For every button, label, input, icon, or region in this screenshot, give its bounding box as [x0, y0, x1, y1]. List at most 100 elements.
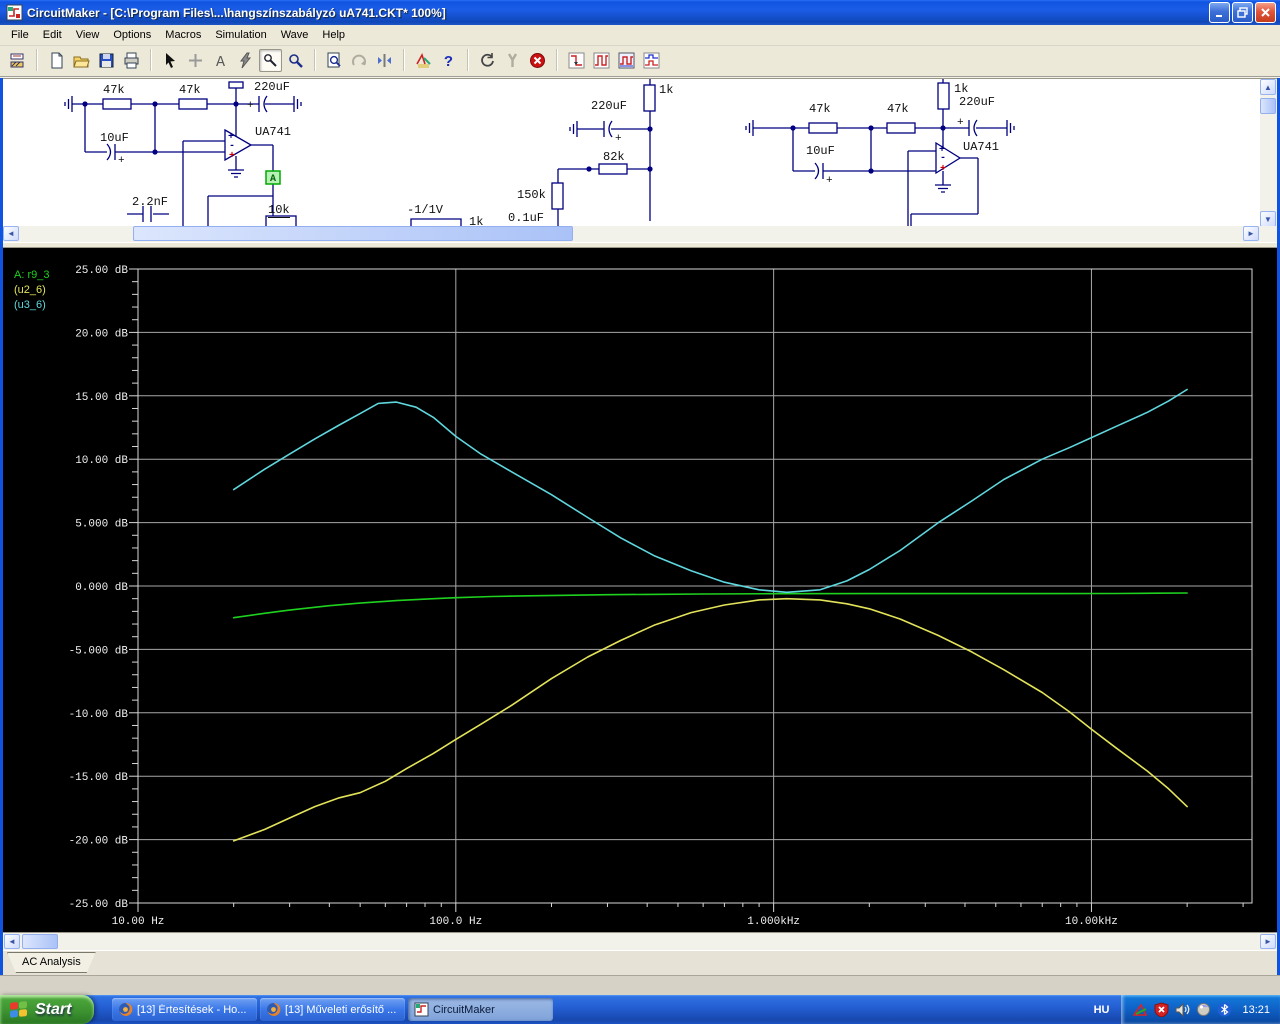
scroll-left-icon[interactable]: ◄ [3, 226, 19, 241]
language-indicator[interactable]: HU [1086, 1001, 1118, 1019]
component-label: 10uF [100, 131, 129, 145]
waveform-panel[interactable]: A: r9_3 (u2_6) (u3_6) 25.00 dB 20.00 dB 15… [3, 248, 1277, 932]
menu-simulation[interactable]: Simulation [208, 26, 273, 44]
new-file-icon[interactable] [45, 49, 68, 72]
stop-simulation-icon[interactable] [526, 49, 549, 72]
svg-text:-25.00 dB: -25.00 dB [69, 899, 129, 911]
tab-ac-analysis[interactable]: AC Analysis [7, 952, 96, 973]
system-ball-icon[interactable] [1196, 1002, 1211, 1017]
svg-text:100.0 Hz: 100.0 Hz [429, 916, 482, 928]
simulation-mode-icon[interactable] [412, 49, 435, 72]
menu-file[interactable]: File [4, 26, 36, 44]
wire-tool-icon[interactable] [184, 49, 207, 72]
restore-button[interactable] [1232, 2, 1253, 23]
component-label: 1k [954, 82, 969, 96]
component-label: 0.1uF [508, 211, 545, 225]
open-file-icon[interactable] [70, 49, 93, 72]
waveform-c-icon[interactable] [615, 49, 638, 72]
menu-macros[interactable]: Macros [158, 26, 208, 44]
toolbar: A ? [0, 46, 1280, 74]
taskbar-clock[interactable]: 13:21 [1242, 1004, 1270, 1016]
scroll-thumb[interactable] [133, 226, 573, 241]
component-label: 82k [603, 150, 625, 164]
circuitmaker-icon [414, 1002, 429, 1017]
graphics-tool-icon[interactable] [1133, 1002, 1148, 1017]
legend-item-u3_6: (u3_6) [14, 299, 46, 311]
help-icon[interactable]: ? [437, 49, 460, 72]
cap-polarity-mark: + [826, 175, 833, 187]
waveform-horizontal-scrollbar[interactable]: ◄ ► [3, 932, 1277, 950]
menu-help[interactable]: Help [315, 26, 352, 44]
scroll-right-icon[interactable]: ► [1243, 226, 1259, 241]
task-firefox-2[interactable]: [13] Műveleti erősítő ... [260, 998, 405, 1021]
title-bar: CircuitMaker - [C:\Program Files\...\han… [0, 0, 1280, 25]
firefox-icon [267, 1002, 281, 1016]
task-firefox-1[interactable]: [13] Értesítések - Ho... [112, 998, 257, 1021]
component-label: 47k [887, 102, 909, 116]
menu-options[interactable]: Options [106, 26, 158, 44]
circuit-vertical-scrollbar[interactable]: ▲ ▼ [1260, 79, 1277, 226]
firefox-icon [119, 1002, 133, 1016]
scroll-down-icon[interactable]: ▼ [1260, 211, 1276, 226]
windows-flag-icon [10, 1000, 27, 1018]
scroll-thumb[interactable] [1260, 98, 1276, 114]
menu-bar: File Edit View Options Macros Simulation… [0, 25, 1280, 46]
menu-wave[interactable]: Wave [274, 26, 316, 44]
waveform-a-icon[interactable] [565, 49, 588, 72]
delete-tool-icon[interactable] [234, 49, 257, 72]
component-label: 10k [268, 203, 290, 218]
scroll-right-icon[interactable]: ► [1260, 934, 1276, 949]
waveform-b-icon[interactable] [590, 49, 613, 72]
svg-text:-10.00 dB: -10.00 dB [69, 709, 129, 721]
scroll-up-icon[interactable]: ▲ [1260, 79, 1276, 95]
svg-text:-5.000 dB: -5.000 dB [69, 645, 129, 657]
security-alert-icon[interactable] [1154, 1002, 1169, 1017]
print-icon[interactable] [120, 49, 143, 72]
volume-icon[interactable] [1175, 1002, 1190, 1017]
bluetooth-icon[interactable] [1217, 1002, 1232, 1017]
task-circuitmaker[interactable]: CircuitMaker [408, 998, 553, 1021]
svg-text:15.00 dB: 15.00 dB [75, 392, 128, 404]
scroll-thumb[interactable] [22, 934, 58, 949]
svg-text:1.000kHz: 1.000kHz [747, 916, 800, 928]
task-label: CircuitMaker [433, 1003, 495, 1016]
start-label: Start [35, 1000, 72, 1018]
minimize-button[interactable] [1209, 2, 1230, 23]
zoom-tool-icon[interactable] [284, 49, 307, 72]
desktop: CircuitMaker - [C:\Program Files\...\han… [0, 0, 1280, 1024]
preview-icon[interactable] [323, 49, 346, 72]
menu-edit[interactable]: Edit [36, 26, 69, 44]
rotate-icon[interactable] [348, 49, 371, 72]
start-button[interactable]: Start [0, 995, 94, 1024]
scroll-left-icon[interactable]: ◄ [4, 934, 20, 949]
component-label: UA741 [963, 140, 1000, 154]
bode-plot[interactable]: 25.00 dB 20.00 dB 15.00 dB 10.00 dB 5.000 dB… [3, 248, 1280, 932]
task-label: [13] Értesítések - Ho... [137, 1003, 247, 1016]
save-icon[interactable] [95, 49, 118, 72]
menu-view[interactable]: View [69, 26, 107, 44]
text-tool-icon[interactable]: A [209, 49, 232, 72]
split-view-icon[interactable] [373, 49, 396, 72]
component-browser-icon[interactable] [6, 49, 29, 72]
schematic-canvas[interactable]: + - + + - + + + + + + A 47k 47k 220uF 10… [3, 78, 1277, 226]
probe-y-icon[interactable] [501, 49, 524, 72]
probe-tool-icon[interactable] [259, 48, 282, 72]
cap-polarity-mark: + [957, 117, 964, 129]
component-label: 220uF [254, 80, 291, 94]
plot-legend: A: r9_3 (u2_6) (u3_6) [14, 268, 49, 313]
task-buttons: [13] Értesítések - Ho... [13] Műveleti e… [112, 998, 1086, 1021]
opamp-plus-mark: + [229, 151, 235, 162]
svg-text:25.00 dB: 25.00 dB [75, 265, 128, 277]
svg-text:20.00 dB: 20.00 dB [75, 328, 128, 340]
arrow-tool-icon[interactable] [159, 49, 182, 72]
component-label: 220uF [591, 99, 628, 113]
waveform-d-icon[interactable] [640, 49, 663, 72]
circuit-horizontal-scrollbar[interactable]: ◄ ► [3, 226, 1277, 242]
close-button[interactable] [1255, 2, 1276, 23]
reset-icon[interactable] [476, 49, 499, 72]
cap-polarity-mark: + [247, 100, 254, 112]
legend-item-u2_6: (u2_6) [14, 284, 46, 296]
component-label: UA741 [255, 125, 292, 139]
component-label: 1k [469, 215, 484, 226]
svg-text:10.00kHz: 10.00kHz [1065, 916, 1118, 928]
